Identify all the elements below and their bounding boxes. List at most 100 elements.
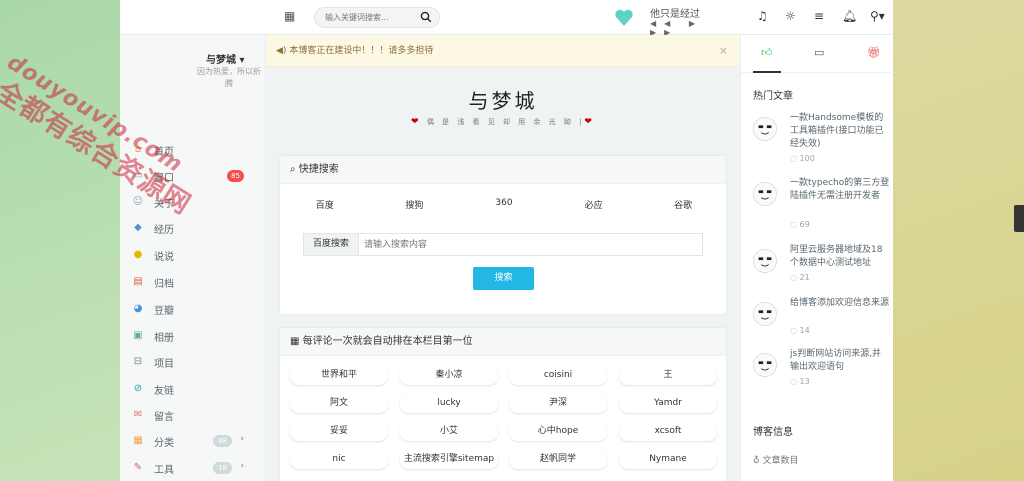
window-icon: ▭: [133, 170, 143, 181]
nav-item-douban[interactable]: ◕ 豆瓣: [132, 299, 252, 319]
page-background-left: [0, 0, 120, 481]
user-menu-icon[interactable]: ⚲▾: [870, 10, 885, 22]
search-icon[interactable]: [420, 11, 432, 23]
hot-post-title[interactable]: 给博客添加欢迎信息来源: [790, 297, 890, 310]
commenter-tag[interactable]: Yamdr: [619, 394, 717, 413]
nav-item-window[interactable]: ▭ 窗口 85: [132, 166, 252, 186]
nav-label: 分类: [154, 437, 174, 449]
avatar: [753, 249, 777, 273]
comment-icon: ◌: [790, 273, 797, 282]
commenter-tag[interactable]: 主流搜索引擎sitemap: [400, 450, 498, 469]
hot-post-title[interactable]: js判断网站访问来源,并输出欢迎语句: [790, 348, 890, 374]
comment-count: ◌ 13: [790, 377, 810, 386]
menu-grid-icon[interactable]: ▦: [284, 10, 296, 22]
commenter-tag[interactable]: 赵帆同学: [509, 450, 607, 469]
nav-item-about[interactable]: ☺ 关于: [132, 192, 252, 212]
nav-item-tools[interactable]: ✎ 工具 18 ›: [132, 458, 252, 478]
commenter-tag[interactable]: coisini: [509, 366, 607, 385]
hot-post-item[interactable]: 给博客添加欢迎信息来源 ◌ 14: [753, 297, 891, 337]
search-button[interactable]: 搜索: [473, 267, 534, 290]
commenter-tag[interactable]: Nymane: [619, 450, 717, 469]
comment-count: ◌ 100: [790, 154, 815, 163]
header-search-input[interactable]: [315, 8, 415, 27]
comment-count-value: 13: [799, 377, 810, 386]
nav-label: 友链: [154, 385, 174, 397]
engine-baidu[interactable]: 百度: [280, 198, 370, 211]
hot-post-item[interactable]: 一款Handsome模板的工具箱插件(接口功能已经失效) ◌ 100: [753, 112, 891, 163]
top-comments-panel: ▦ 每评论一次就会自动排在本栏目第一位 世界和平 秦小凉 coisini 王 阿…: [279, 327, 727, 481]
aside-tabs: 👍︎ ▭ 🎁︎: [741, 35, 894, 73]
nav-item-links[interactable]: ⊘ 友链: [132, 379, 252, 399]
chevron-right-icon: ›: [240, 461, 244, 471]
engine-sogou[interactable]: 搜狗: [370, 198, 460, 211]
comment-count-value: 14: [799, 326, 810, 335]
heart-icon: ❤: [584, 117, 595, 127]
blog-frame: ▦ 他只是经过 ◀◀ ▶ ▶▶ ♫ ☼ ≡ 🔔︎ ⚲▾ 与梦城 ▾ 因为热爱，所…: [120, 0, 894, 481]
engine-search-input[interactable]: [364, 236, 694, 253]
commenter-tag[interactable]: nic: [290, 450, 388, 469]
hot-post-title[interactable]: 一款typecho的第三方登陆插件无需注册开发者: [790, 177, 890, 203]
commenter-tag[interactable]: 秦小凉: [400, 366, 498, 385]
notice-bar: ◀︎) 本博客正在建设中！！！请多多担待 ×: [266, 35, 740, 67]
chevron-right-icon: ›: [240, 434, 244, 444]
comment-icon: ◌: [790, 220, 797, 229]
commenter-tag[interactable]: 尹深: [509, 394, 607, 413]
commenter-tag[interactable]: 心中hope: [509, 422, 607, 441]
nav-item-archive[interactable]: ▤ 归档: [132, 272, 252, 292]
sun-icon[interactable]: ☼: [785, 10, 796, 22]
nav-label: 窗口: [154, 172, 174, 184]
header-search[interactable]: [314, 7, 440, 28]
blog-info-text: 文章数目: [762, 456, 799, 466]
nav-item-guestbook[interactable]: ✉ 留言: [132, 405, 252, 425]
commenter-tag[interactable]: xcsoft: [619, 422, 717, 441]
hot-post-item[interactable]: js判断网站访问来源,并输出欢迎语句 ◌ 13: [753, 348, 891, 388]
image-icon: ▣: [133, 330, 143, 341]
nav-item-experience[interactable]: ◆ 经历: [132, 218, 252, 238]
gift-icon[interactable]: 🎁︎: [867, 47, 881, 59]
search-icon: ⌕: [290, 164, 296, 175]
hot-post-item[interactable]: 一款typecho的第三方登陆插件无需注册开发者 ◌ 69: [753, 177, 891, 229]
list-icon[interactable]: ≡: [814, 10, 824, 22]
nav-item-project[interactable]: ⊟ 项目: [132, 352, 252, 372]
nav-item-album[interactable]: ▣ 相册: [132, 326, 252, 346]
comment-count-value: 21: [799, 273, 810, 282]
right-sidebar: 👍︎ ▭ 🎁︎ 热门文章 一款Handsome模板的工具箱插件(接口功能已经失效…: [740, 35, 894, 481]
engine-bing[interactable]: 必应: [549, 198, 639, 211]
count-badge: 85: [227, 170, 244, 182]
engine-google[interactable]: 谷歌: [638, 198, 728, 211]
thumbs-up-icon[interactable]: 👍︎: [761, 47, 773, 59]
blog-subtitle: ❤ 偶 是 浅 看 见 却 用 余 光 呦 |❤: [266, 117, 740, 127]
nav-item-talk[interactable]: ● 说说: [132, 245, 252, 265]
commenter-tag[interactable]: 王: [619, 366, 717, 385]
comment-icon: ◌: [790, 326, 797, 335]
commenter-tag[interactable]: lucky: [400, 394, 498, 413]
nav-item-home[interactable]: ⌂ 首页: [132, 140, 252, 160]
commenter-tag[interactable]: 世界和平: [290, 366, 388, 385]
profile-name[interactable]: 与梦城 ▾: [206, 51, 245, 66]
nav-label: 相册: [154, 332, 174, 344]
commenter-tag[interactable]: 小艾: [400, 422, 498, 441]
engine-360[interactable]: 360: [459, 198, 549, 211]
commenter-tag[interactable]: 阿文: [290, 394, 388, 413]
comment-icon: ◌: [790, 154, 797, 163]
hot-post-item[interactable]: 阿里云服务器地域及18个数据中心测试地址 ◌ 21: [753, 244, 891, 284]
side-scroll-tab[interactable]: [1014, 205, 1024, 232]
quick-search-panel: ⌕ 快捷搜索 百度 搜狗 360 必应 谷歌 百度搜索 搜索: [279, 155, 727, 315]
speaker-icon: ◀︎): [276, 46, 287, 56]
archive-icon: ▤: [133, 276, 143, 287]
nav-label: 工具: [154, 464, 174, 476]
comment-icon[interactable]: ▭: [814, 47, 824, 59]
music-note-icon[interactable]: ♫: [757, 10, 768, 22]
bell-icon[interactable]: 🔔︎: [842, 10, 857, 22]
hot-post-title[interactable]: 阿里云服务器地域及18个数据中心测试地址: [790, 244, 890, 270]
message-icon: ✉: [133, 409, 143, 420]
nav-label: 关于: [154, 198, 174, 210]
nav-label: 留言: [154, 411, 174, 423]
nav-item-category[interactable]: ▦ 分类 88 ›: [132, 431, 252, 451]
hot-post-title[interactable]: 一款Handsome模板的工具箱插件(接口功能已经失效): [790, 112, 890, 151]
close-icon[interactable]: ×: [719, 35, 728, 67]
nav-label: 归档: [154, 278, 174, 290]
avatar: [753, 353, 777, 377]
count-badge: 88: [213, 435, 232, 447]
commenter-tag[interactable]: 妥妥: [290, 422, 388, 441]
